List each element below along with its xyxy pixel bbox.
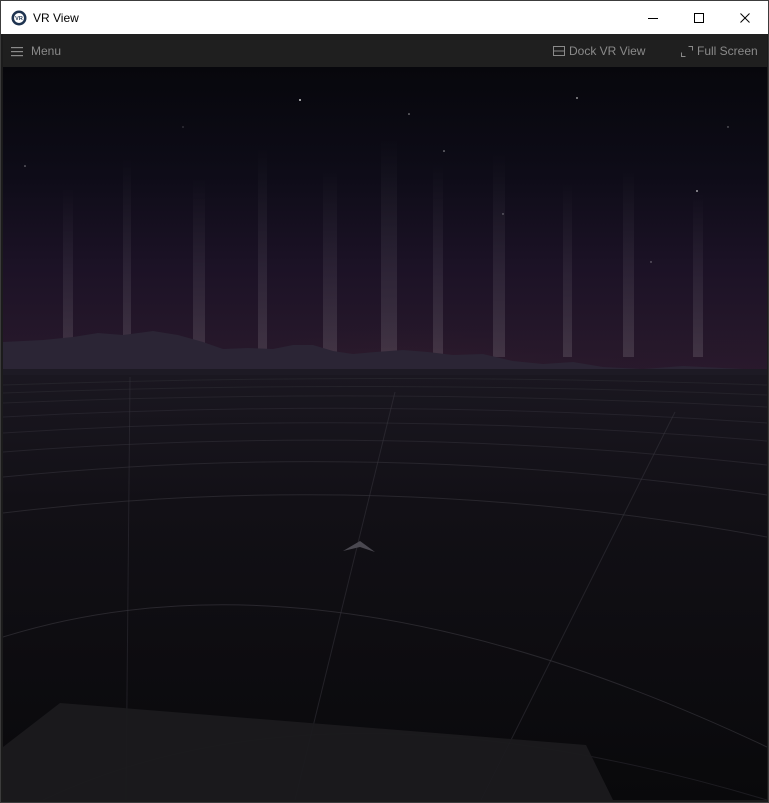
vr-view-window: VR VR View Menu Dock VR View Full Screen	[0, 0, 769, 803]
full-screen-label: Full Screen	[697, 44, 758, 58]
window-title: VR View	[33, 11, 79, 25]
dock-window-icon	[553, 46, 565, 56]
close-button[interactable]	[722, 1, 768, 34]
dock-vr-view-label: Dock VR View	[569, 44, 646, 58]
menu-label: Menu	[31, 44, 62, 58]
vr-logo-icon: VR	[11, 10, 27, 26]
dock-vr-view-button[interactable]: Dock VR View	[553, 44, 645, 58]
maximize-icon	[694, 12, 704, 23]
expand-icon	[681, 45, 693, 57]
maximize-button[interactable]	[676, 1, 722, 34]
title-bar[interactable]: VR VR View	[1, 1, 768, 34]
vr-toolbar: Menu Dock VR View Full Screen	[3, 34, 767, 67]
svg-text:VR: VR	[15, 16, 23, 22]
close-icon	[740, 12, 750, 23]
minimize-icon	[648, 17, 658, 19]
vr-viewport[interactable]	[3, 67, 767, 800]
full-screen-button[interactable]: Full Screen	[681, 44, 758, 58]
vr-scene	[3, 67, 767, 800]
menu-button[interactable]: Menu	[11, 44, 61, 58]
minimize-button[interactable]	[630, 1, 676, 34]
hamburger-icon	[11, 46, 23, 56]
